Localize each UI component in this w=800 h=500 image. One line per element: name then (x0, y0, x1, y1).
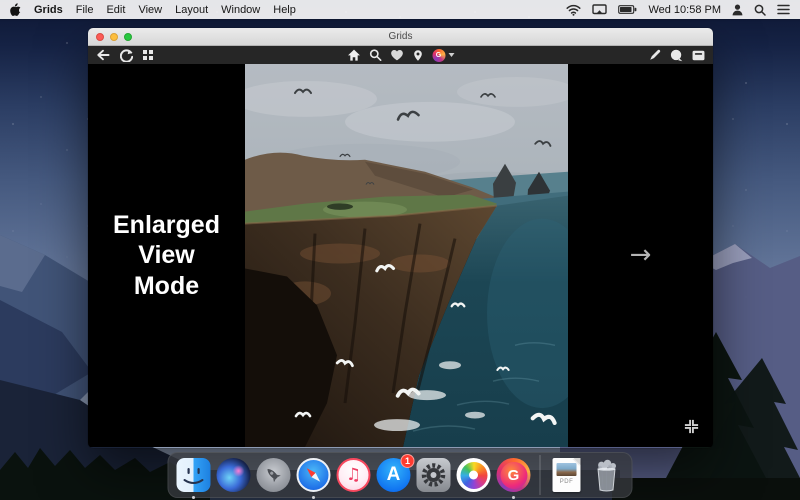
photo-sea-cliffs (245, 64, 568, 447)
back-icon[interactable] (96, 49, 110, 61)
window-toolbar: G (88, 46, 713, 64)
running-indicator (192, 496, 195, 499)
dock-trash[interactable] (589, 457, 625, 493)
notification-badge: 1 (400, 454, 415, 468)
grids-window: Grids G Enlarged View Mode → (88, 28, 713, 448)
menu-app-name[interactable]: Grids (34, 4, 63, 16)
likes-heart-icon[interactable] (390, 49, 403, 61)
dock: ♫ A 1 G PDF (167, 452, 633, 499)
chevron-down-icon (448, 53, 454, 57)
dock-finder[interactable] (176, 457, 212, 499)
compose-pen-icon[interactable] (649, 49, 661, 61)
menu-edit[interactable]: Edit (106, 4, 125, 16)
dock-safari[interactable] (296, 457, 332, 499)
window-titlebar[interactable]: Grids (88, 28, 713, 46)
dock-siri[interactable] (216, 457, 252, 493)
siri-icon (216, 458, 251, 492)
gear-icon (416, 458, 451, 492)
content-area: Enlarged View Mode → (88, 64, 713, 447)
trash-full-icon (597, 459, 616, 492)
spotlight-search-icon[interactable] (754, 4, 766, 16)
exit-enlarged-view-icon[interactable] (683, 418, 700, 440)
itunes-note-icon: ♫ (336, 458, 371, 492)
right-panel: → (568, 64, 713, 447)
minimize-button[interactable] (110, 33, 118, 41)
left-panel: Enlarged View Mode (88, 64, 245, 447)
dock-system-preferences[interactable] (416, 457, 452, 493)
grid-view-icon[interactable] (143, 50, 153, 60)
menu-clock[interactable]: Wed 10:58 PM (648, 4, 721, 16)
launchpad-rocket-icon (256, 458, 291, 492)
dock-pdf-document[interactable]: PDF (549, 457, 585, 493)
menu-help[interactable]: Help (273, 4, 296, 16)
inbox-icon[interactable] (692, 50, 705, 61)
account-menu[interactable]: G (432, 48, 454, 62)
home-icon[interactable] (347, 49, 360, 61)
menu-window[interactable]: Window (221, 4, 260, 16)
notification-center-icon[interactable] (777, 4, 790, 15)
dock-separator (539, 455, 541, 495)
dock-launchpad[interactable] (256, 457, 292, 493)
window-title: Grids (388, 31, 413, 42)
user-icon[interactable] (732, 4, 743, 16)
traffic-lights (96, 33, 132, 41)
pdf-document-icon: PDF (552, 458, 581, 492)
running-indicator (512, 496, 515, 499)
search-icon[interactable] (369, 49, 381, 61)
enlarged-view-mode-label: Enlarged View Mode (113, 210, 220, 300)
grids-app-icon: G (496, 458, 531, 492)
apple-menu-icon[interactable] (10, 3, 21, 16)
dock-grids[interactable]: G (496, 457, 532, 499)
account-avatar-icon: G (432, 48, 445, 62)
close-button[interactable] (96, 33, 104, 41)
desktop: Grids File Edit View Layout Window Help … (0, 0, 800, 500)
menu-bar: Grids File Edit View Layout Window Help … (0, 0, 800, 19)
dock-itunes[interactable]: ♫ (336, 457, 372, 493)
menu-view[interactable]: View (138, 4, 162, 16)
next-photo-button[interactable]: → (630, 239, 652, 269)
photos-pinwheel-icon (456, 458, 491, 492)
display-mirroring-icon[interactable] (592, 4, 608, 15)
menu-layout[interactable]: Layout (175, 4, 208, 16)
zoom-button[interactable] (124, 33, 132, 41)
locations-pin-icon[interactable] (412, 49, 423, 62)
dock-photos[interactable] (456, 457, 492, 493)
comments-icon[interactable] (670, 49, 683, 62)
menu-file[interactable]: File (76, 4, 94, 16)
refresh-icon[interactable] (120, 48, 133, 62)
wifi-icon[interactable] (566, 4, 581, 16)
battery-icon[interactable] (618, 5, 637, 14)
running-indicator (312, 496, 315, 499)
dock-app-store[interactable]: A 1 (376, 454, 415, 493)
safari-compass-icon (296, 458, 331, 492)
